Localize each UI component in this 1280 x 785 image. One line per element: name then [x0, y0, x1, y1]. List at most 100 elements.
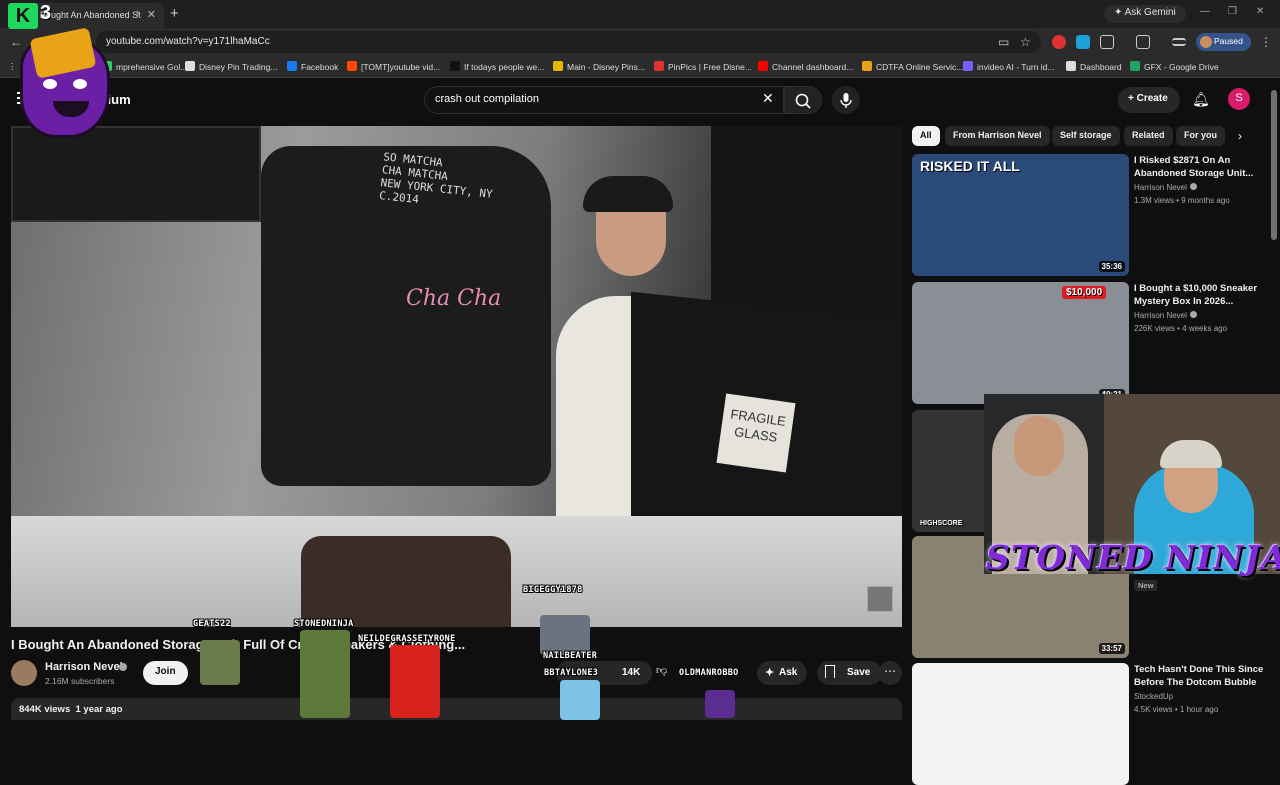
- side-panel-icon[interactable]: [1136, 35, 1150, 49]
- bookmark-favicon-icon: [450, 61, 460, 71]
- subscriber-count: 2.16M subscribers: [45, 676, 115, 686]
- thumbnail-text: HIGHSCORE: [920, 520, 963, 527]
- bookmark-label: PinPics | Free Disne...: [668, 62, 752, 72]
- bookmark-item[interactable]: Channel dashboard...: [758, 61, 853, 72]
- wall-tv: [11, 126, 261, 222]
- recommendation-channel[interactable]: Harrison Nevel: [1134, 183, 1197, 192]
- bookmark-item[interactable]: CDTFA Online Servic...: [862, 61, 963, 72]
- bookmark-item[interactable]: Main - Disney Pins...: [553, 61, 645, 72]
- recommendation-channel[interactable]: Harrison Nevel: [1134, 311, 1197, 320]
- chip-for-you[interactable]: For you: [1176, 126, 1225, 146]
- bookmark-item[interactable]: PinPics | Free Disne...: [654, 61, 752, 72]
- recommendation-meta: 1.3M views • 9 months ago: [1134, 196, 1230, 205]
- recommendation-channel[interactable]: StockedUp: [1134, 692, 1173, 701]
- join-button[interactable]: Join: [143, 661, 188, 685]
- save-button[interactable]: Save: [817, 661, 883, 685]
- gamertag-label: NEILDEGRASSETYRONE: [358, 634, 456, 644]
- mascot-mouth: [53, 101, 89, 117]
- bookmark-item[interactable]: If todays people we...: [450, 61, 544, 72]
- description-box[interactable]: 844K views 1 year ago: [11, 698, 902, 720]
- chip-self-storage[interactable]: Self storage: [1052, 126, 1120, 146]
- gamertag-label: OLDMANROBBO: [679, 668, 739, 678]
- bookmark-item[interactable]: invideo AI - Turn id...: [963, 61, 1054, 72]
- profile-status: Paused: [1214, 36, 1243, 46]
- channel-avatar[interactable]: [11, 660, 37, 686]
- k3-number: 3: [40, 2, 52, 24]
- minimize-button[interactable]: —: [1200, 6, 1210, 17]
- browser-tab-bar: Bought An Abandoned St ♪ ✕ + ✦ Ask Gemin…: [0, 0, 1280, 28]
- chip-from-harrison-nevel[interactable]: From Harrison Nevel: [945, 126, 1050, 146]
- reading-list-icon[interactable]: [1172, 38, 1186, 46]
- bookmark-star-icon[interactable]: ☆: [1020, 35, 1031, 49]
- recommended-video[interactable]: $10,00040:21I Bought a $10,000 Sneaker M…: [912, 282, 1272, 404]
- extensions-puzzle-icon[interactable]: [1100, 35, 1114, 49]
- chip-related[interactable]: Related: [1124, 126, 1173, 146]
- close-window-button[interactable]: ✕: [1256, 6, 1264, 17]
- bookmark-item[interactable]: [TOMT]youtube vid...: [347, 61, 440, 72]
- recommended-video[interactable]: RISKED IT ALL 35:36 I Risked $2871 On An A…: [912, 154, 1272, 276]
- bookmark-label: Main - Disney Pins...: [567, 62, 645, 72]
- bookmark-label: GFX - Google Drive: [1144, 62, 1219, 72]
- search-input[interactable]: crash out compilation: [424, 86, 784, 114]
- bookmark-item[interactable]: GFX - Google Drive: [1130, 61, 1219, 72]
- scrollbar[interactable]: [1271, 90, 1277, 240]
- pixel-sprite-character: [560, 680, 600, 720]
- ask-gemini-label: Ask Gemini: [1124, 7, 1176, 18]
- bookmark-item[interactable]: Dashboard: [1066, 61, 1122, 72]
- filter-chips: All From Harrison Nevel Self storage Relate…: [912, 126, 1280, 146]
- speaker-icon[interactable]: ♪: [135, 8, 140, 19]
- cast-icon[interactable]: ▭: [998, 35, 1009, 49]
- clear-search-icon[interactable]: ✕: [762, 90, 774, 107]
- video-thumbnail[interactable]: [912, 663, 1129, 785]
- search-icon: [795, 93, 811, 109]
- duration-badge: 33:57: [1098, 643, 1125, 654]
- notifications-bell-icon[interactable]: 🔔︎: [1192, 91, 1210, 108]
- pixel-sprite-character: [300, 630, 350, 718]
- search-value: crash out compilation: [435, 93, 539, 105]
- recommendation-meta: 4.5K views • 1 hour ago: [1134, 705, 1219, 714]
- create-button[interactable]: + Create: [1118, 87, 1180, 113]
- extension-icon[interactable]: [1076, 35, 1090, 49]
- browser-menu-icon[interactable]: ⋮: [1260, 35, 1272, 49]
- sparkle-icon: ✦: [765, 667, 775, 679]
- graphic-tee: [301, 536, 511, 627]
- ask-gemini-button[interactable]: ✦ Ask Gemini: [1104, 5, 1186, 23]
- profile-paused-button[interactable]: Paused: [1196, 33, 1251, 51]
- recommendation-title[interactable]: I Risked $2871 On An Abandoned Storage U…: [1134, 154, 1264, 180]
- recommendation-meta: 226K views • 4 weeks ago: [1134, 324, 1228, 333]
- chevron-right-icon[interactable]: ›: [1238, 129, 1242, 143]
- video-thumbnail[interactable]: RISKED IT ALL 35:36: [912, 154, 1129, 276]
- channel-name[interactable]: Harrison Nevel: [45, 661, 123, 673]
- dislike-thumb-icon[interactable]: 👎︎: [656, 664, 667, 677]
- more-actions-button[interactable]: ⋯: [878, 661, 902, 685]
- new-tab-button[interactable]: +: [170, 5, 179, 22]
- chip-all[interactable]: All: [912, 126, 940, 146]
- bookmark-favicon-icon: [553, 61, 563, 71]
- maximize-button[interactable]: ❐: [1228, 6, 1237, 17]
- recommendation-title[interactable]: Tech Hasn't Done This Since Before The D…: [1134, 663, 1264, 689]
- recommended-video[interactable]: Tech Hasn't Done This Since Before The D…: [912, 663, 1272, 785]
- video-player[interactable]: SO MATCHA CHA MATCHA NEW YORK CITY, NY C…: [11, 126, 902, 627]
- account-avatar[interactable]: S: [1228, 88, 1250, 110]
- save-label: Save: [847, 667, 871, 678]
- bookmark-favicon-icon: [287, 61, 297, 71]
- search-button[interactable]: [784, 86, 822, 114]
- bookmark-item[interactable]: Disney Pin Trading...: [185, 61, 277, 72]
- ask-button[interactable]: ✦ Ask: [757, 661, 808, 685]
- k3-logo: K: [8, 3, 38, 29]
- close-tab-icon[interactable]: ✕: [147, 8, 156, 21]
- pixel-sprite-character: [200, 640, 240, 685]
- voice-search-button[interactable]: [832, 86, 860, 114]
- views-and-date: 844K views 1 year ago: [19, 704, 123, 715]
- url-field[interactable]: youtube.com/watch?v=y171lhaMaCc: [96, 31, 1041, 53]
- extension-icon[interactable]: [1052, 35, 1066, 49]
- recommendation-title[interactable]: I Bought a $10,000 Sneaker Mystery Box I…: [1134, 282, 1264, 308]
- mascot-eye: [73, 79, 87, 89]
- bookmark-item[interactable]: Facebook: [287, 61, 338, 72]
- bookmark-favicon-icon: [1066, 61, 1076, 71]
- bookmark-item[interactable]: mprehensive Gol...: [102, 61, 187, 72]
- back-arrow-icon[interactable]: ←: [10, 35, 22, 49]
- video-thumbnail[interactable]: $10,00040:21: [912, 282, 1129, 404]
- bookmark-favicon-icon: [347, 61, 357, 71]
- avatar-letter: S: [1235, 92, 1243, 104]
